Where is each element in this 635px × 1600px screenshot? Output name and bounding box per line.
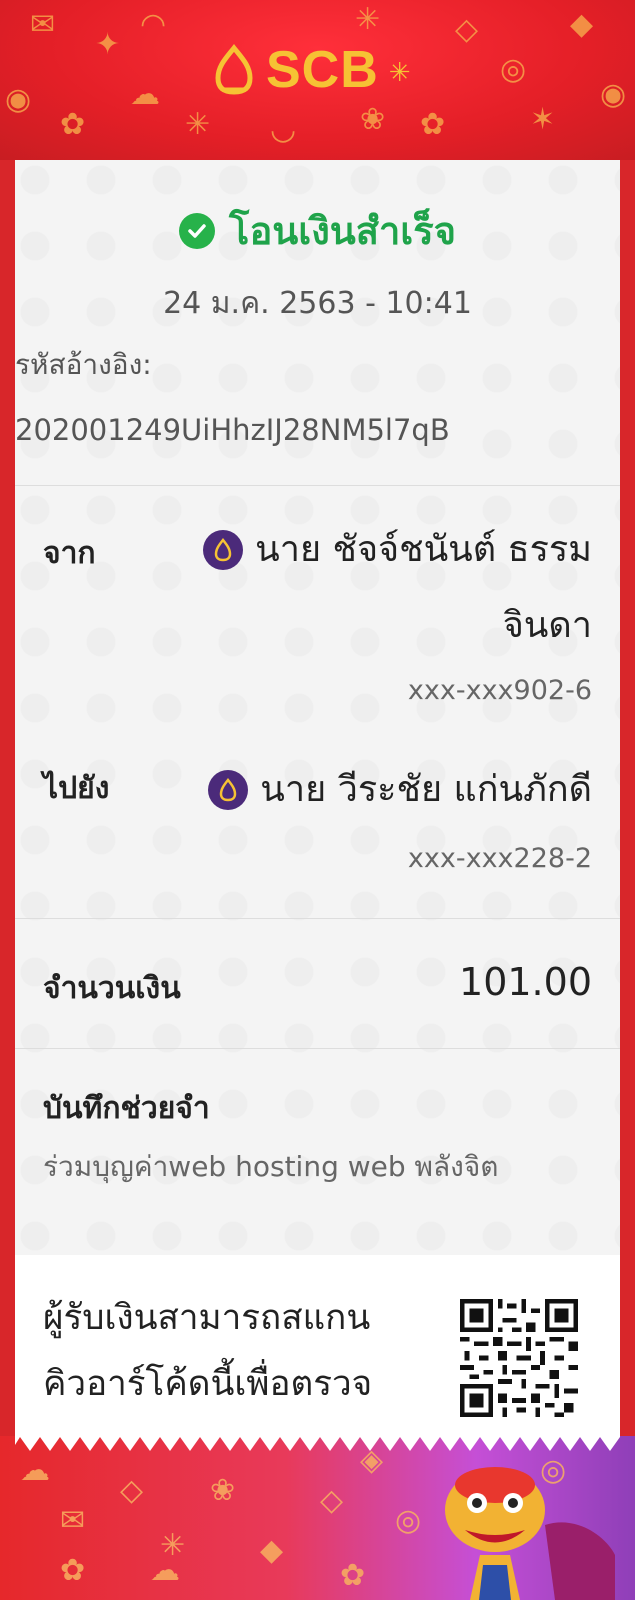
memo-value: ร่วมบุญค่าweb hosting web พลังจิต: [43, 1150, 499, 1183]
memo-label: บันทึกช่วยจำ: [43, 1091, 210, 1126]
to-account: xxx-xxx228-2: [407, 843, 592, 874]
coin-icon: ◎: [500, 52, 527, 87]
transfer-datetime: 24 ม.ค. 2563 - 10:41: [163, 286, 472, 321]
sparkle-icon: ✳: [185, 107, 211, 142]
header-banner: ✉ ✦ ◠ ✿ ✳ ☁ ◉ ✳ ◇ ◎ ◆ ✿ ❀ ✶ ◉ ◡ SCB ✳: [0, 0, 635, 160]
check-circle-icon: [179, 212, 216, 249]
lantern-icon: ◉: [5, 82, 32, 117]
ticket-edge: [15, 1435, 620, 1451]
from-label: จาก: [43, 536, 96, 571]
qr-code-icon[interactable]: [460, 1299, 578, 1417]
knot-icon: ◇: [120, 1473, 144, 1508]
sparkle-icon: ✳: [388, 58, 411, 88]
cloud-icon: ☁: [150, 1553, 180, 1588]
scb-logo: SCB ✳: [210, 40, 411, 100]
to-party: นาย วีระชัย แก่นภักดี: [162, 752, 592, 828]
from-name-line1: นาย ชัจจ์ชนันต์ ธรรม: [255, 529, 592, 570]
scb-bank-icon: [203, 530, 244, 570]
amount-label: จำนวนเงิน: [43, 971, 181, 1006]
qr-instruction: ผู้รับเงินสามารถสแกน คิวอาร์โค้ดนี้เพื่อ…: [43, 1285, 372, 1417]
reference-label: รหัสอ้างอิง:: [15, 348, 152, 381]
coin-icon: ◎: [395, 1503, 422, 1538]
lotus-icon: ❀: [360, 102, 386, 137]
lion-head-icon: ❀: [210, 1473, 236, 1508]
qr-instruction-line1: ผู้รับเงินสามารถสแกน: [43, 1298, 371, 1338]
lion-dance-mascot-icon: [445, 1467, 615, 1600]
from-party: นาย ชัจจ์ชนันต์ ธรรม จินดา: [162, 512, 592, 664]
from-account: xxx-xxx902-6: [407, 675, 592, 706]
knot-icon: ◇: [455, 12, 479, 47]
flower-icon: ✿: [340, 1558, 366, 1593]
sparkle-icon: ✶: [530, 102, 556, 137]
divider: [15, 485, 620, 486]
to-label: ไปยัง: [43, 771, 110, 806]
lantern-icon: ✦: [95, 27, 121, 62]
from-name-line2: จินดา: [502, 605, 592, 646]
firecracker-icon: ◆: [260, 1533, 284, 1568]
transfer-slip-card: โอนเงินสำเร็จ 24 ม.ค. 2563 - 10:41 รหัสอ…: [15, 160, 620, 1255]
logo-text: SCB: [266, 41, 379, 99]
cloud-icon: ☁: [20, 1453, 50, 1488]
flower-icon: ✿: [60, 107, 86, 142]
firecracker-icon: ◆: [570, 7, 594, 42]
scb-logo-icon: [215, 44, 253, 95]
red-envelope-icon: ✉: [30, 7, 56, 42]
lantern-icon: ◉: [600, 77, 627, 112]
to-name: นาย วีระชัย แก่นภักดี: [260, 769, 592, 810]
knot-icon: ◇: [320, 1483, 344, 1518]
status-text: โอนเงินสำเร็จ: [229, 209, 456, 253]
ingot-icon: ◡: [270, 112, 297, 147]
divider: [15, 1048, 620, 1049]
flower-icon: ✿: [60, 1553, 86, 1588]
amount-value: 101.00: [459, 960, 592, 1004]
red-envelope-icon: ✉: [60, 1503, 86, 1538]
transfer-status: โอนเงินสำเร็จ: [15, 200, 620, 261]
cloud-icon: ☁: [130, 77, 160, 112]
divider: [15, 918, 620, 919]
reference-value: 202001249UiHhzIJ28NM5l7qB: [15, 413, 450, 447]
sparkle-icon: ✳: [355, 2, 381, 37]
qr-verification-section: ผู้รับเงินสามารถสแกน คิวอาร์โค้ดนี้เพื่อ…: [15, 1255, 620, 1435]
qr-instruction-line2: คิวอาร์โค้ดนี้เพื่อตรวจ: [43, 1364, 373, 1404]
from-name: นาย ชัจจ์ชนันต์ ธรรม จินดา: [255, 512, 592, 664]
scb-bank-icon: [208, 770, 249, 810]
fan-icon: ◠: [140, 7, 167, 42]
flower-icon: ✿: [420, 107, 446, 142]
